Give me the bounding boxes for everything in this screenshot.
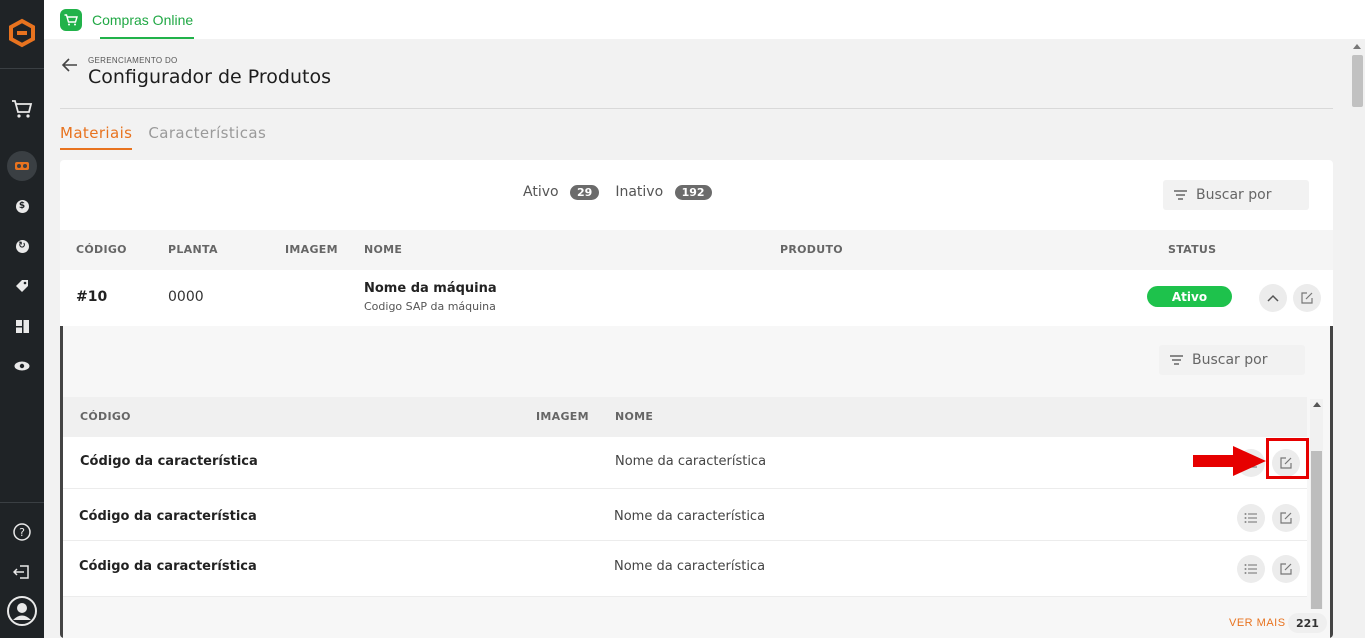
edit-icon: [1301, 292, 1313, 304]
help-icon: ?: [13, 523, 31, 541]
ver-mais-link[interactable]: VER MAIS: [1229, 617, 1286, 629]
expanded-characteristics-panel: Buscar por CÓDIGO IMAGEM NOME Código da …: [60, 326, 1333, 638]
filter-ativo[interactable]: Ativo 29: [523, 184, 615, 200]
page-kicker: GERENCIAMENTO DO: [88, 56, 178, 65]
sidebar-item-logout[interactable]: [0, 556, 44, 588]
grid-icon: [15, 319, 29, 333]
sidebar-item-help[interactable]: ?: [0, 516, 44, 548]
eye-icon: [14, 361, 30, 371]
chevron-up-icon: [1267, 294, 1279, 302]
sub-search-input[interactable]: Buscar por: [1159, 345, 1305, 375]
tag-icon: [16, 280, 28, 292]
page-scrollbar[interactable]: [1350, 39, 1365, 638]
characteristic-code: Código da característica: [79, 509, 257, 524]
edit-icon: [1280, 563, 1292, 575]
filter-ativo-label: Ativo: [523, 184, 559, 200]
top-app-bar: Compras Online: [44, 0, 1365, 39]
characteristic-list-button[interactable]: [1237, 555, 1265, 583]
logout-icon: [13, 565, 29, 579]
filter-ativo-count: 29: [570, 185, 600, 200]
characteristic-name: Nome da característica: [614, 509, 766, 524]
filter-inativo-count: 192: [674, 185, 712, 200]
annotation-highlight-box: [1266, 438, 1309, 479]
scroll-up-icon[interactable]: [1313, 402, 1321, 407]
sidebar-item-tag[interactable]: [0, 270, 44, 302]
sidebar-item-cart[interactable]: [0, 93, 44, 125]
page-scrollbar-thumb[interactable]: [1352, 55, 1363, 107]
column-produto: PRODUTO: [780, 243, 843, 256]
cart-icon: [12, 100, 33, 118]
sidebar-item-configurator[interactable]: [0, 150, 44, 182]
tab-materiais[interactable]: Materiais: [60, 124, 133, 150]
app-tab-compras-online[interactable]: Compras Online: [60, 0, 193, 39]
search-placeholder: Buscar por: [1196, 187, 1272, 203]
characteristic-name: Nome da característica: [615, 454, 767, 469]
sidebar: $ ↻ ?: [0, 0, 44, 638]
characteristic-code: Código da característica: [80, 454, 258, 469]
sub-column-nome: NOME: [615, 410, 654, 423]
total-count-badge: 221: [1288, 613, 1327, 633]
characteristic-edit-button[interactable]: [1272, 504, 1300, 532]
edit-button[interactable]: [1293, 284, 1321, 312]
characteristic-edit-button[interactable]: [1272, 555, 1300, 583]
search-input[interactable]: Buscar por: [1163, 180, 1309, 210]
status-filters: Ativo 29 Inativo 192: [523, 184, 728, 200]
filter-lines-icon: [1170, 355, 1183, 365]
filter-inativo-label: Inativo: [615, 184, 664, 200]
filter-inativo[interactable]: Inativo 192: [615, 184, 727, 200]
refresh-dollar-icon: ↻: [15, 239, 29, 253]
logo-icon[interactable]: [7, 18, 37, 48]
tabs: Materiais Características: [60, 124, 266, 150]
column-nome: NOME: [364, 243, 403, 256]
app-title: Compras Online: [92, 11, 194, 28]
sidebar-item-refresh-dollar[interactable]: ↻: [0, 230, 44, 262]
annotation-arrow-icon: [1193, 446, 1266, 476]
config-icon: [15, 162, 29, 170]
sidebar-item-user[interactable]: [0, 595, 44, 627]
status-badge: Ativo: [1147, 286, 1232, 307]
sub-search-placeholder: Buscar por: [1192, 352, 1268, 368]
user-icon: [7, 596, 37, 626]
sidebar-item-eye[interactable]: [0, 350, 44, 382]
list-item[interactable]: Código da característica Nome da caracte…: [63, 437, 1307, 489]
edit-icon: [1280, 512, 1292, 524]
list-item[interactable]: Código da característica Nome da caracte…: [63, 541, 1307, 597]
list-icon: [1244, 513, 1257, 523]
characteristic-list-button[interactable]: [1237, 504, 1265, 532]
characteristic-name: Nome da característica: [614, 559, 766, 574]
sidebar-item-dollar[interactable]: $: [0, 190, 44, 222]
list-icon: [1244, 564, 1257, 574]
column-codigo: CÓDIGO: [76, 243, 127, 256]
sub-column-codigo: CÓDIGO: [80, 410, 131, 423]
row-name: Nome da máquina: [364, 281, 497, 296]
sub-table-header: CÓDIGO IMAGEM NOME: [63, 397, 1307, 437]
column-status: STATUS: [1168, 243, 1217, 256]
row-subtitle: Codigo SAP da máquina: [364, 300, 496, 313]
page-title: Configurador de Produtos: [88, 66, 332, 88]
tab-caracteristicas[interactable]: Características: [148, 124, 266, 150]
table-row[interactable]: #10 0000 Nome da máquina Codigo SAP da m…: [60, 270, 1333, 326]
list-item[interactable]: Código da característica Nome da caracte…: [63, 489, 1307, 541]
filter-lines-icon: [1174, 190, 1187, 200]
cart-icon: [60, 8, 82, 31]
sidebar-divider: [0, 502, 44, 503]
back-arrow-icon[interactable]: [61, 56, 79, 74]
table-header: CÓDIGO PLANTA IMAGEM NOME PRODUTO STATUS: [60, 230, 1333, 270]
sub-scrollbar-thumb[interactable]: [1311, 451, 1322, 609]
row-planta: 0000: [168, 289, 204, 305]
sidebar-divider: [0, 68, 44, 69]
collapse-button[interactable]: [1259, 284, 1287, 312]
column-imagem: IMAGEM: [285, 243, 338, 256]
scroll-up-icon[interactable]: [1353, 44, 1361, 49]
dollar-icon: $: [15, 199, 29, 213]
characteristic-code: Código da característica: [79, 559, 257, 574]
app-tab-indicator: [100, 37, 194, 39]
column-planta: PLANTA: [168, 243, 218, 256]
sub-column-imagem: IMAGEM: [536, 410, 589, 423]
row-code: #10: [76, 289, 108, 305]
header-divider: [60, 108, 1333, 109]
materials-card: Ativo 29 Inativo 192 Buscar por CÓDIGO P…: [60, 160, 1333, 638]
svg-text:?: ?: [19, 526, 25, 539]
sidebar-item-grid[interactable]: [0, 310, 44, 342]
